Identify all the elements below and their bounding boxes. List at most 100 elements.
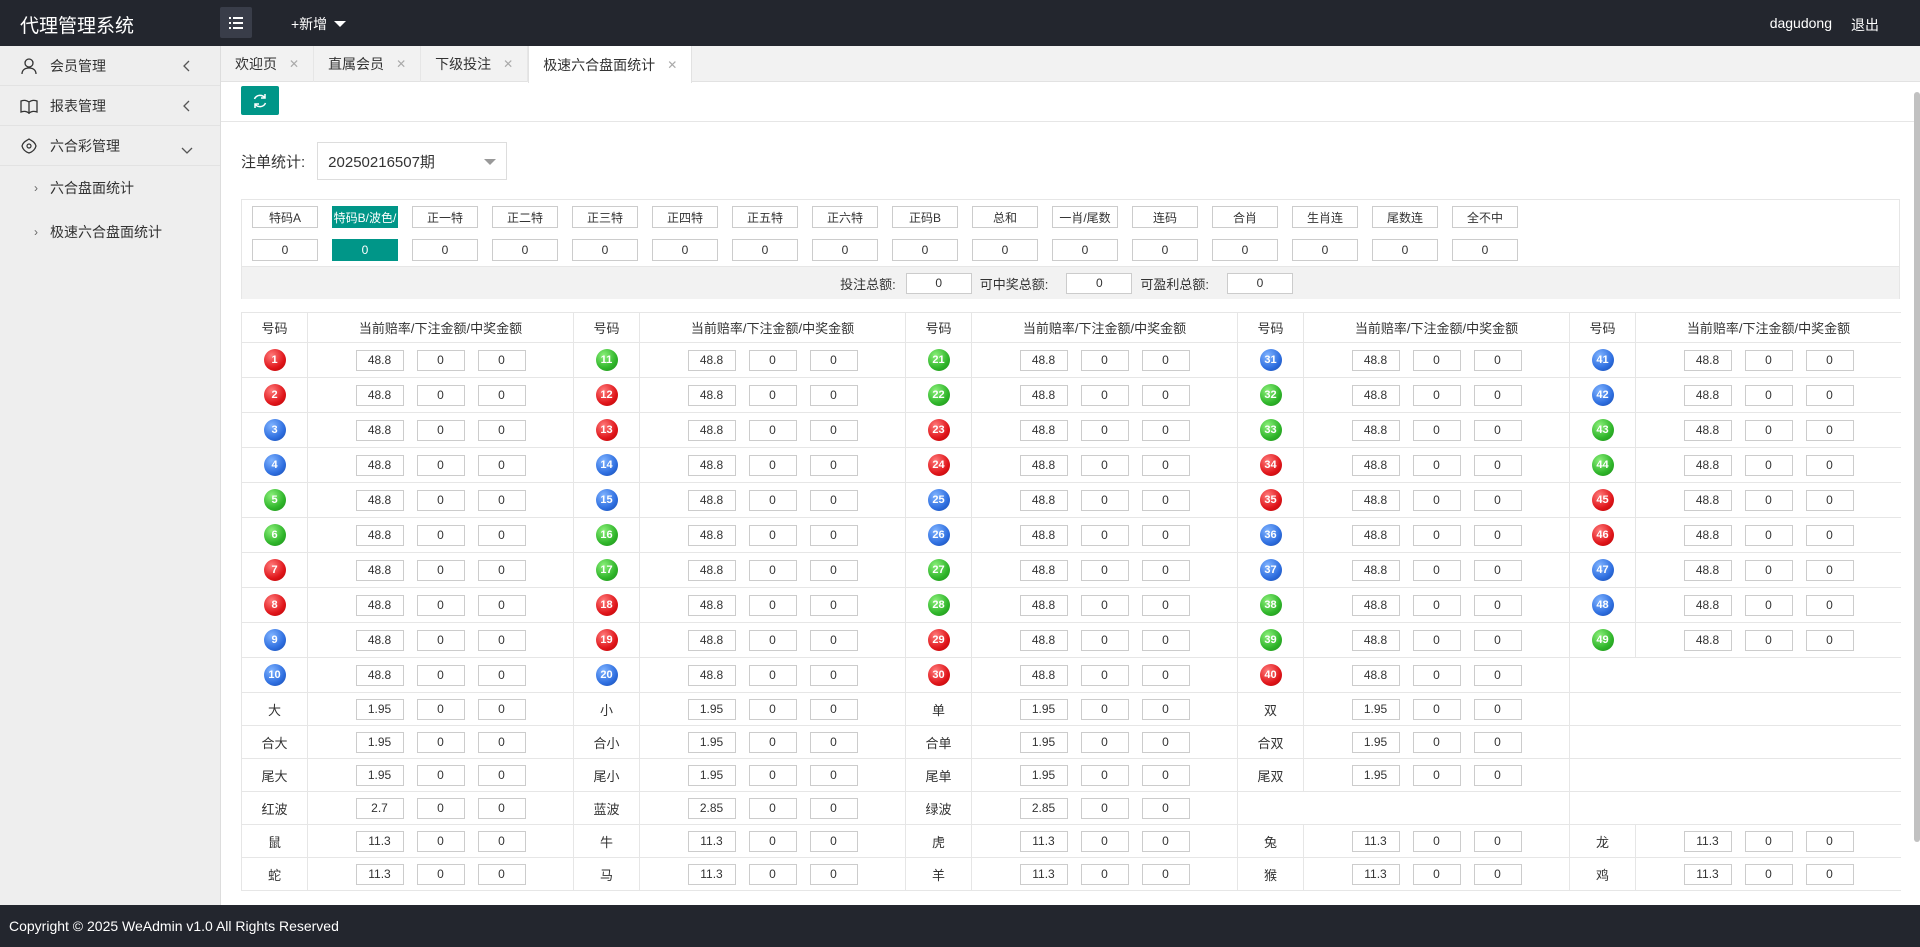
bet-amount-field[interactable]: 0 (748, 698, 797, 720)
category-total-field[interactable]: 0 (1372, 239, 1438, 261)
win-amount-field[interactable]: 0 (1141, 830, 1190, 852)
bet-amount-field[interactable]: 0 (416, 863, 465, 885)
bet-amount-field[interactable]: 0 (1412, 419, 1461, 441)
odds-field[interactable]: 11.3 (1351, 830, 1400, 852)
bet-amount-field[interactable]: 0 (748, 764, 797, 786)
win-amount-field[interactable]: 0 (1473, 629, 1522, 651)
win-amount-field[interactable]: 0 (477, 384, 526, 406)
bet-amount-field[interactable]: 0 (416, 419, 465, 441)
odds-field[interactable]: 48.8 (1683, 384, 1732, 406)
odds-field[interactable]: 48.8 (1351, 384, 1400, 406)
bet-amount-field[interactable]: 0 (416, 830, 465, 852)
logout-link[interactable]: 退出 (1851, 15, 1879, 35)
category-total-field[interactable]: 0 (1292, 239, 1358, 261)
odds-field[interactable]: 48.8 (1019, 629, 1068, 651)
win-amount-field[interactable]: 0 (477, 698, 526, 720)
bet-amount-field[interactable]: 0 (1412, 830, 1461, 852)
odds-field[interactable]: 1.95 (1019, 731, 1068, 753)
category-total-field[interactable]: 0 (572, 239, 638, 261)
category-total-field[interactable]: 0 (732, 239, 798, 261)
bet-amount-field[interactable]: 0 (1744, 419, 1793, 441)
bet-amount-field[interactable]: 0 (1080, 384, 1129, 406)
bet-amount-field[interactable]: 0 (1412, 489, 1461, 511)
win-amount-field[interactable]: 0 (1805, 629, 1854, 651)
category-total-field[interactable]: 0 (252, 239, 318, 261)
bet-amount-field[interactable]: 0 (1744, 349, 1793, 371)
bet-amount-field[interactable]: 0 (416, 664, 465, 686)
bet-amount-field[interactable]: 0 (748, 419, 797, 441)
bet-amount-field[interactable]: 0 (1080, 594, 1129, 616)
close-icon[interactable]: ✕ (503, 57, 513, 71)
odds-field[interactable]: 48.8 (355, 349, 404, 371)
category-tab[interactable]: 一肖/尾数 (1052, 206, 1118, 228)
win-amount-field[interactable]: 0 (477, 349, 526, 371)
bet-total-field[interactable]: 0 (905, 272, 972, 294)
odds-field[interactable]: 48.8 (355, 489, 404, 511)
tab-fast-stats[interactable]: 极速六合盘面统计 ✕ (528, 46, 693, 83)
bet-amount-field[interactable]: 0 (1744, 863, 1793, 885)
bet-amount-field[interactable]: 0 (416, 349, 465, 371)
bet-amount-field[interactable]: 0 (748, 797, 797, 819)
win-amount-field[interactable]: 0 (1805, 524, 1854, 546)
bet-amount-field[interactable]: 0 (1412, 664, 1461, 686)
win-amount-field[interactable]: 0 (1473, 559, 1522, 581)
bet-amount-field[interactable]: 0 (1744, 384, 1793, 406)
win-amount-field[interactable]: 0 (809, 664, 858, 686)
odds-field[interactable]: 48.8 (1683, 454, 1732, 476)
odds-field[interactable]: 1.95 (687, 698, 736, 720)
odds-field[interactable]: 48.8 (355, 454, 404, 476)
win-amount-field[interactable]: 0 (1141, 698, 1190, 720)
odds-field[interactable]: 48.8 (1683, 489, 1732, 511)
win-amount-field[interactable]: 0 (1473, 594, 1522, 616)
win-amount-field[interactable]: 0 (1805, 454, 1854, 476)
bet-amount-field[interactable]: 0 (416, 764, 465, 786)
bet-amount-field[interactable]: 0 (416, 731, 465, 753)
bet-amount-field[interactable]: 0 (1080, 797, 1129, 819)
tab-sub-bets[interactable]: 下级投注 ✕ (421, 46, 529, 82)
category-total-field[interactable]: 0 (1212, 239, 1278, 261)
odds-field[interactable]: 48.8 (1683, 629, 1732, 651)
bet-amount-field[interactable]: 0 (1744, 594, 1793, 616)
bet-amount-field[interactable]: 0 (748, 830, 797, 852)
bet-amount-field[interactable]: 0 (1080, 764, 1129, 786)
bet-amount-field[interactable]: 0 (748, 349, 797, 371)
category-tab[interactable]: 正四特 (652, 206, 718, 228)
odds-field[interactable]: 1.95 (1351, 731, 1400, 753)
odds-field[interactable]: 48.8 (687, 524, 736, 546)
odds-field[interactable]: 48.8 (1351, 489, 1400, 511)
win-amount-field[interactable]: 0 (809, 384, 858, 406)
odds-field[interactable]: 48.8 (1683, 559, 1732, 581)
bet-amount-field[interactable]: 0 (416, 559, 465, 581)
odds-field[interactable]: 48.8 (355, 524, 404, 546)
win-amount-field[interactable]: 0 (809, 559, 858, 581)
win-amount-field[interactable]: 0 (1141, 349, 1190, 371)
add-new-menu[interactable]: +新增 (291, 14, 347, 34)
bet-amount-field[interactable]: 0 (748, 559, 797, 581)
odds-field[interactable]: 11.3 (1683, 830, 1732, 852)
odds-field[interactable]: 48.8 (1019, 524, 1068, 546)
win-amount-field[interactable]: 0 (1141, 629, 1190, 651)
odds-field[interactable]: 48.8 (1019, 489, 1068, 511)
win-amount-field[interactable]: 0 (1473, 830, 1522, 852)
odds-field[interactable]: 48.8 (1351, 419, 1400, 441)
odds-field[interactable]: 48.8 (687, 489, 736, 511)
category-total-field[interactable]: 0 (652, 239, 718, 261)
category-tab[interactable]: 全不中 (1452, 206, 1518, 228)
profit-total-field[interactable]: 0 (1226, 272, 1293, 294)
odds-field[interactable]: 48.8 (1019, 419, 1068, 441)
sidebar-item-reports[interactable]: 报表管理 (0, 86, 220, 126)
odds-field[interactable]: 48.8 (1351, 349, 1400, 371)
odds-field[interactable]: 2.7 (355, 797, 404, 819)
win-amount-field[interactable]: 0 (1141, 489, 1190, 511)
bet-amount-field[interactable]: 0 (416, 384, 465, 406)
odds-field[interactable]: 48.8 (355, 419, 404, 441)
sidebar-item-lottery[interactable]: 六合彩管理 (0, 126, 220, 166)
bet-amount-field[interactable]: 0 (748, 629, 797, 651)
win-amount-field[interactable]: 0 (809, 524, 858, 546)
bet-amount-field[interactable]: 0 (1412, 594, 1461, 616)
close-icon[interactable]: ✕ (667, 58, 677, 72)
bet-amount-field[interactable]: 0 (416, 524, 465, 546)
category-total-field[interactable]: 0 (892, 239, 958, 261)
win-amount-field[interactable]: 0 (477, 524, 526, 546)
odds-field[interactable]: 1.95 (1019, 698, 1068, 720)
